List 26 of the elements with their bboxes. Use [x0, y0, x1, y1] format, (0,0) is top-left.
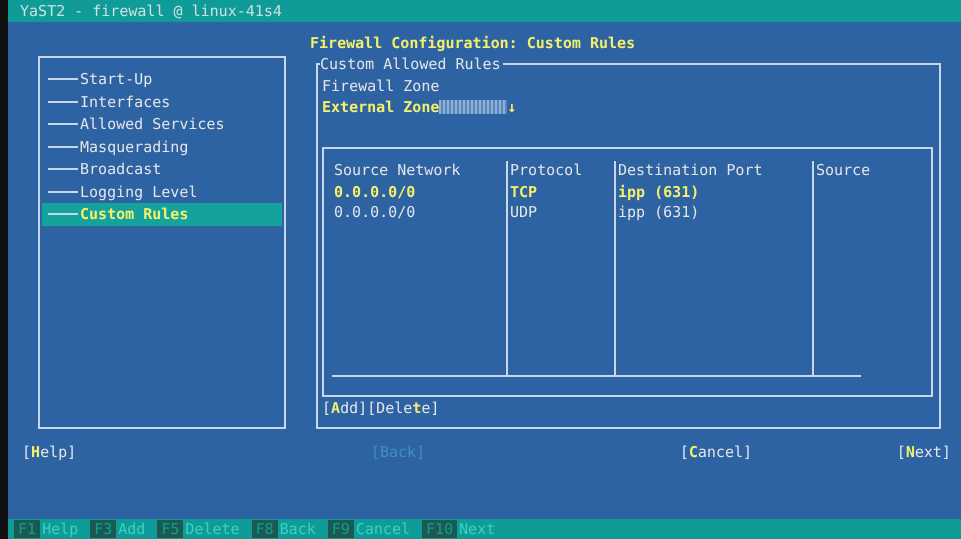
sidebar-item[interactable]: Custom Rules	[42, 203, 282, 226]
field-label: Firewall Zone	[322, 76, 440, 98]
table-cell-text: UDP	[509, 203, 538, 224]
page-heading: Firewall Configuration: Custom Rules	[310, 34, 636, 54]
sidebar-item[interactable]: Interfaces	[42, 90, 282, 113]
zone-dropdown[interactable]: External Zone ↓	[322, 97, 516, 118]
column-header: Protocol	[509, 161, 584, 182]
table-cell-text: ipp (631)	[617, 183, 700, 204]
button[interactable]: [Delete]	[367, 399, 440, 418]
sidebar-item[interactable]: Masquerading	[42, 136, 282, 158]
sidebar-item[interactable]: Broadcast	[42, 158, 282, 180]
column-header: Destination Port	[617, 161, 764, 182]
table-cell-text: 0.0.0.0/0	[333, 183, 416, 204]
button[interactable]: [Add]	[322, 399, 368, 418]
button[interactable]: [Help]	[22, 443, 76, 461]
sidebar-item[interactable]: Start-Up	[42, 68, 282, 90]
table-cell-text: TCP	[509, 183, 538, 204]
sidebar-item[interactable]: Logging Level	[42, 180, 282, 203]
sidebar-item[interactable]: Allowed Services	[42, 113, 282, 136]
table-cell-text: 0.0.0.0/0	[333, 203, 416, 224]
window-title: YaST2 - firewall @ linux-41s4	[20, 2, 282, 20]
table-cell-text: ipp (631)	[617, 203, 700, 224]
column-header: Source	[815, 161, 872, 182]
column-header: Source Network	[333, 161, 462, 182]
button[interactable]: [Cancel]	[680, 443, 752, 461]
button[interactable]: [Next]	[896, 443, 951, 461]
